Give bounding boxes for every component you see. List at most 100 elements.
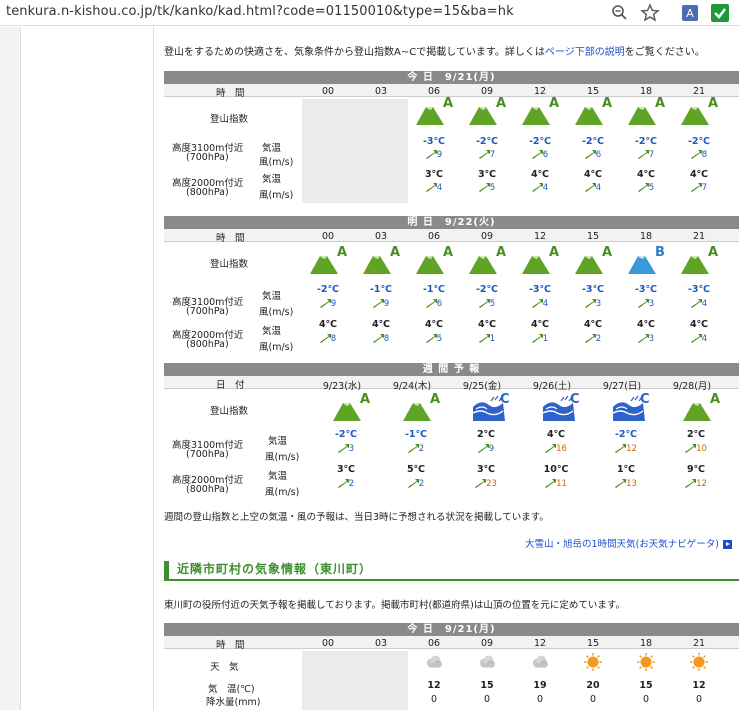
index-icon: C bbox=[541, 392, 581, 421]
translate-extension-icon[interactable]: A bbox=[680, 3, 700, 23]
wind-800-cell: 11 bbox=[534, 479, 578, 489]
wind-label: 風(m/s) bbox=[265, 487, 300, 498]
temp-800-cell: 4℃ bbox=[583, 319, 603, 330]
wind-arrow-icon bbox=[584, 150, 596, 159]
temp-800-cell: 4℃ bbox=[636, 169, 656, 180]
wind-speed: 2 bbox=[418, 479, 425, 489]
wind-speed: 4 bbox=[542, 299, 549, 309]
wind-arrow-icon bbox=[685, 479, 697, 488]
wind-700-cell: 8 bbox=[677, 150, 721, 160]
temp-label: 気温 bbox=[262, 143, 282, 154]
navigator-link-text[interactable]: 大雪山・旭岳の1時間天気(お天気ナビゲータ) bbox=[525, 539, 719, 550]
wind-700-cell: 12 bbox=[604, 444, 648, 454]
hour-cell: 03 bbox=[374, 231, 388, 242]
bookmark-star-icon[interactable] bbox=[640, 3, 660, 23]
wind-700-cell: 10 bbox=[674, 444, 718, 454]
temp-cell: 12 bbox=[692, 680, 706, 691]
wind-arrow-icon bbox=[478, 150, 490, 159]
temp-800-cell: 4℃ bbox=[530, 319, 550, 330]
wind-speed: 5 bbox=[489, 183, 496, 193]
wind-800-cell: 4 bbox=[677, 334, 721, 344]
wind-700-cell: 5 bbox=[465, 299, 509, 309]
wind-arrow-icon bbox=[685, 444, 697, 453]
hour-cell: 12 bbox=[533, 638, 547, 649]
time-label: 時 間 bbox=[216, 233, 245, 244]
temp-700-cell: -1℃ bbox=[422, 284, 446, 295]
wind-700-cell: 6 bbox=[518, 150, 562, 160]
wind-arrow-icon bbox=[478, 299, 490, 308]
index-letter: A bbox=[710, 392, 721, 407]
url-text[interactable]: tenkura.n-kishou.co.jp/tk/kanko/kad.html… bbox=[6, 4, 514, 19]
wind-arrow-icon bbox=[319, 299, 331, 308]
wind-speed: 3 bbox=[595, 299, 602, 309]
wind-speed: 5 bbox=[489, 299, 496, 309]
temp-label: 気温 bbox=[268, 436, 288, 447]
temp-800-cell: 3℃ bbox=[477, 169, 497, 180]
index-letter: B bbox=[655, 245, 665, 260]
index-icon: A bbox=[331, 392, 371, 421]
check-extension-icon[interactable] bbox=[710, 3, 730, 23]
temp-700-cell: -3℃ bbox=[422, 136, 446, 147]
hour-cell: 15 bbox=[586, 231, 600, 242]
index-icon: C bbox=[471, 392, 511, 421]
sunny-icon bbox=[584, 653, 602, 671]
temp-800-cell: 3℃ bbox=[476, 464, 496, 475]
wind-arrow-icon bbox=[545, 479, 557, 488]
nearby-section-heading: 近隣市町村の気象情報（東川町） bbox=[164, 561, 739, 581]
wind-arrow-icon bbox=[637, 334, 649, 343]
temp-c-label: 気 温(℃) bbox=[208, 684, 255, 695]
wind-arrow-icon bbox=[425, 183, 437, 192]
wind-700-cell: 6 bbox=[571, 150, 615, 160]
wind-speed: 6 bbox=[436, 299, 443, 309]
temp-800-cell: 10℃ bbox=[543, 464, 569, 475]
wind-700-cell: 7 bbox=[465, 150, 509, 160]
wind-arrow-icon bbox=[637, 299, 649, 308]
wind-speed: 2 bbox=[348, 479, 355, 489]
index-icon: A bbox=[626, 96, 666, 125]
hour-cell: 18 bbox=[639, 231, 653, 242]
zoom-icon[interactable] bbox=[610, 3, 630, 23]
temp-800-cell: 3℃ bbox=[336, 464, 356, 475]
left-sidebar bbox=[20, 27, 154, 710]
play-arrow-icon[interactable] bbox=[723, 540, 732, 549]
temp-800-cell: 4℃ bbox=[636, 319, 656, 330]
hour-cell: 09 bbox=[480, 231, 494, 242]
temp-700-cell: -2℃ bbox=[528, 136, 552, 147]
temp-800-cell: 4℃ bbox=[689, 319, 709, 330]
time-label: 時 間 bbox=[216, 640, 245, 651]
wind-label: 風(m/s) bbox=[259, 307, 294, 318]
wind-speed: 9 bbox=[436, 150, 443, 160]
index-letter: A bbox=[390, 245, 401, 260]
today-forecast-table: 今 日 9/21(月) 時 間 登山指数 高度3100m付近 (700hPa) … bbox=[164, 71, 739, 211]
temp-700-cell: -3℃ bbox=[634, 284, 658, 295]
cloudy-icon bbox=[531, 653, 549, 671]
temp-700-cell: -2℃ bbox=[475, 284, 499, 295]
navigator-link[interactable]: 大雪山・旭岳の1時間天気(お天気ナビゲータ) bbox=[525, 536, 732, 550]
wind-speed: 9 bbox=[488, 444, 495, 454]
temp-cell: 12 bbox=[427, 680, 441, 691]
wind-speed: 3 bbox=[648, 299, 655, 309]
browser-address-bar: tenkura.n-kishou.co.jp/tk/kanko/kad.html… bbox=[0, 0, 740, 26]
wind-arrow-icon bbox=[615, 444, 627, 453]
cloudy-icon bbox=[478, 653, 496, 671]
index-icon: C bbox=[611, 392, 651, 421]
wind-speed: 10 bbox=[696, 444, 707, 454]
wind-speed: 7 bbox=[701, 183, 708, 193]
wind-800-cell: 3 bbox=[624, 334, 668, 344]
index-label: 登山指数 bbox=[210, 114, 249, 125]
wind-700-cell: 3 bbox=[624, 299, 668, 309]
wind-800-cell: 2 bbox=[394, 479, 438, 489]
explanation-link[interactable]: ページ下部の説明 bbox=[545, 47, 625, 58]
weekly-header: 週 間 予 報 bbox=[164, 363, 739, 376]
wind-800-cell: 4 bbox=[412, 183, 456, 193]
temp-cell: 15 bbox=[480, 680, 494, 691]
wind-arrow-icon bbox=[545, 444, 557, 453]
wind-label: 風(m/s) bbox=[259, 157, 294, 168]
wind-speed: 3 bbox=[648, 334, 655, 344]
rain-cell: 0 bbox=[483, 694, 491, 705]
index-icon: A bbox=[520, 245, 560, 274]
nearby-header: 今 日 9/21(月) bbox=[164, 623, 739, 636]
temp-700-cell: -2℃ bbox=[634, 136, 658, 147]
temp-cell: 20 bbox=[586, 680, 600, 691]
wind-arrow-icon bbox=[337, 479, 349, 488]
